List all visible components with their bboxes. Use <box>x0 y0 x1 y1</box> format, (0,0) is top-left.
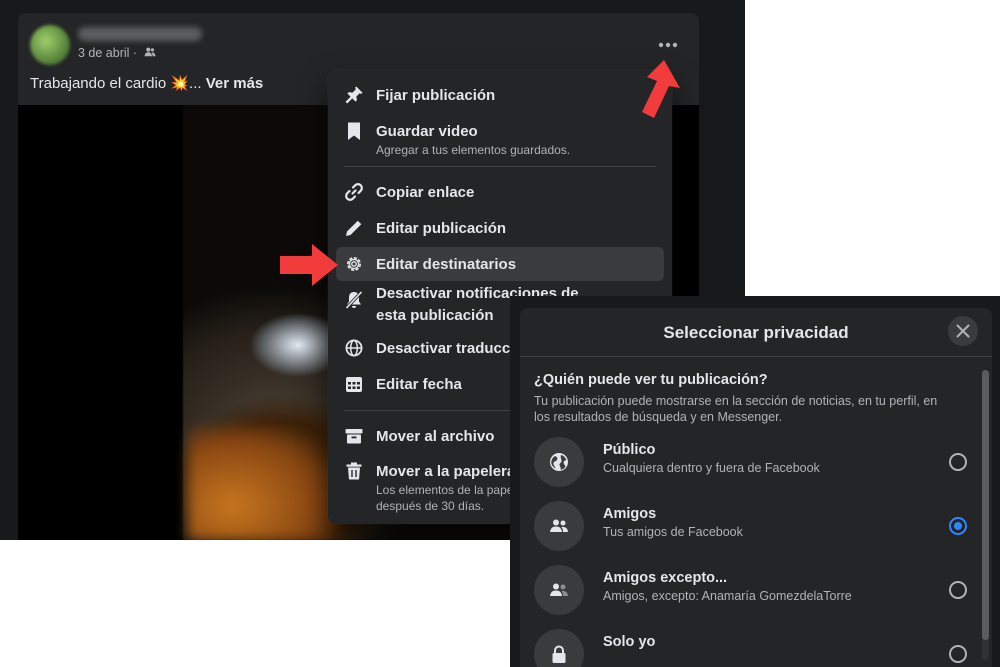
trash-icon <box>346 462 362 480</box>
globe-icon <box>550 453 568 471</box>
audience-question: ¿Quién puede ver tu publicación? <box>534 372 768 388</box>
menu-item-label: Editar fecha <box>376 376 462 393</box>
dialog-scrollbar-thumb[interactable] <box>982 370 989 640</box>
menu-item-label: Guardar video <box>376 123 478 140</box>
radio-public[interactable] <box>949 453 967 471</box>
option-title: Amigos excepto... <box>603 570 728 586</box>
option-title: Amigos <box>603 506 657 522</box>
radio-friends-except[interactable] <box>949 581 967 599</box>
menu-item-label: Copiar enlace <box>376 184 475 201</box>
menu-item-label: Mover al archivo <box>376 428 495 445</box>
privacy-dialog: Seleccionar privacidad ¿Quién puede ver … <box>520 308 992 667</box>
menu-item-edit-audience[interactable]: Editar destinatarios <box>336 247 664 281</box>
privacy-option-only-me[interactable]: Solo yo <box>534 626 974 667</box>
privacy-option-public[interactable]: Público Cualquiera dentro y fuera de Fac… <box>534 434 974 490</box>
close-icon <box>956 324 970 338</box>
friends-except-icon-circle <box>534 565 584 615</box>
friends-icon-circle <box>534 501 584 551</box>
post-text: Trabajando el cardio 💥... Ver más <box>30 74 263 92</box>
friends-except-icon <box>550 583 568 596</box>
radio-friends-selected[interactable] <box>949 517 967 535</box>
privacy-option-friends[interactable]: Amigos Tus amigos de Facebook <box>534 498 974 554</box>
close-button[interactable] <box>948 316 978 346</box>
option-title: Solo yo <box>603 634 656 650</box>
option-description: Amigos, excepto: Anamaría GomezdelaTorre <box>603 589 852 603</box>
dialog-divider <box>520 356 992 357</box>
annotation-arrow-right-icon <box>280 244 338 286</box>
privacy-option-friends-except[interactable]: Amigos excepto... Amigos, excepto: Anama… <box>534 562 974 618</box>
bell-off-icon <box>345 290 363 310</box>
annotation-arrow-up-icon <box>642 60 680 118</box>
globe-icon <box>345 339 363 357</box>
audience-description: Tu publicación puede mostrarse en la sec… <box>534 394 938 424</box>
calendar-icon <box>346 377 362 392</box>
date-separator: · <box>132 46 138 60</box>
link-icon <box>345 183 363 201</box>
bookmark-icon <box>348 122 360 140</box>
gear-icon <box>347 257 361 271</box>
see-more-link[interactable]: Ver más <box>206 75 264 92</box>
post-date[interactable]: 3 de abril · <box>78 46 137 60</box>
archive-icon <box>345 429 363 444</box>
friends-icon <box>550 519 568 532</box>
friends-audience-icon[interactable] <box>144 46 156 58</box>
radio-only-me[interactable] <box>949 645 967 663</box>
author-name-blurred[interactable] <box>78 27 202 41</box>
menu-item-save-video[interactable]: Guardar video Agregar a tus elementos gu… <box>336 114 664 160</box>
option-title: Público <box>603 442 656 458</box>
only-me-icon-circle <box>534 629 584 667</box>
post-caption: Trabajando el cardio 💥... <box>30 75 202 92</box>
more-options-icon[interactable] <box>654 33 682 57</box>
lock-icon <box>552 645 566 663</box>
menu-item-label: Editar destinatarios <box>376 256 517 273</box>
pencil-icon <box>346 220 362 236</box>
option-description: Tus amigos de Facebook <box>603 525 743 539</box>
menu-item-label: Fijar publicación <box>376 87 496 104</box>
option-description: Cualquiera dentro y fuera de Facebook <box>603 461 820 475</box>
public-icon-circle <box>534 437 584 487</box>
video-frame-glow <box>188 425 338 540</box>
menu-item-copy-link[interactable]: Copiar enlace <box>336 175 664 209</box>
privacy-modal-screenshot: Seleccionar privacidad ¿Quién puede ver … <box>510 296 1000 667</box>
avatar[interactable] <box>30 25 70 65</box>
menu-item-edit-post[interactable]: Editar publicación <box>336 211 664 245</box>
pin-icon <box>345 86 363 104</box>
menu-item-label: Editar publicación <box>376 220 507 237</box>
post-date-text: 3 de abril <box>78 46 130 60</box>
menu-item-sublabel: Agregar a tus elementos guardados. <box>376 143 571 157</box>
dialog-title: Seleccionar privacidad <box>663 323 849 342</box>
menu-item-pin-post[interactable]: Fijar publicación <box>336 78 664 112</box>
menu-divider <box>344 166 656 167</box>
menu-item-label: Mover a la papelera <box>376 463 516 480</box>
